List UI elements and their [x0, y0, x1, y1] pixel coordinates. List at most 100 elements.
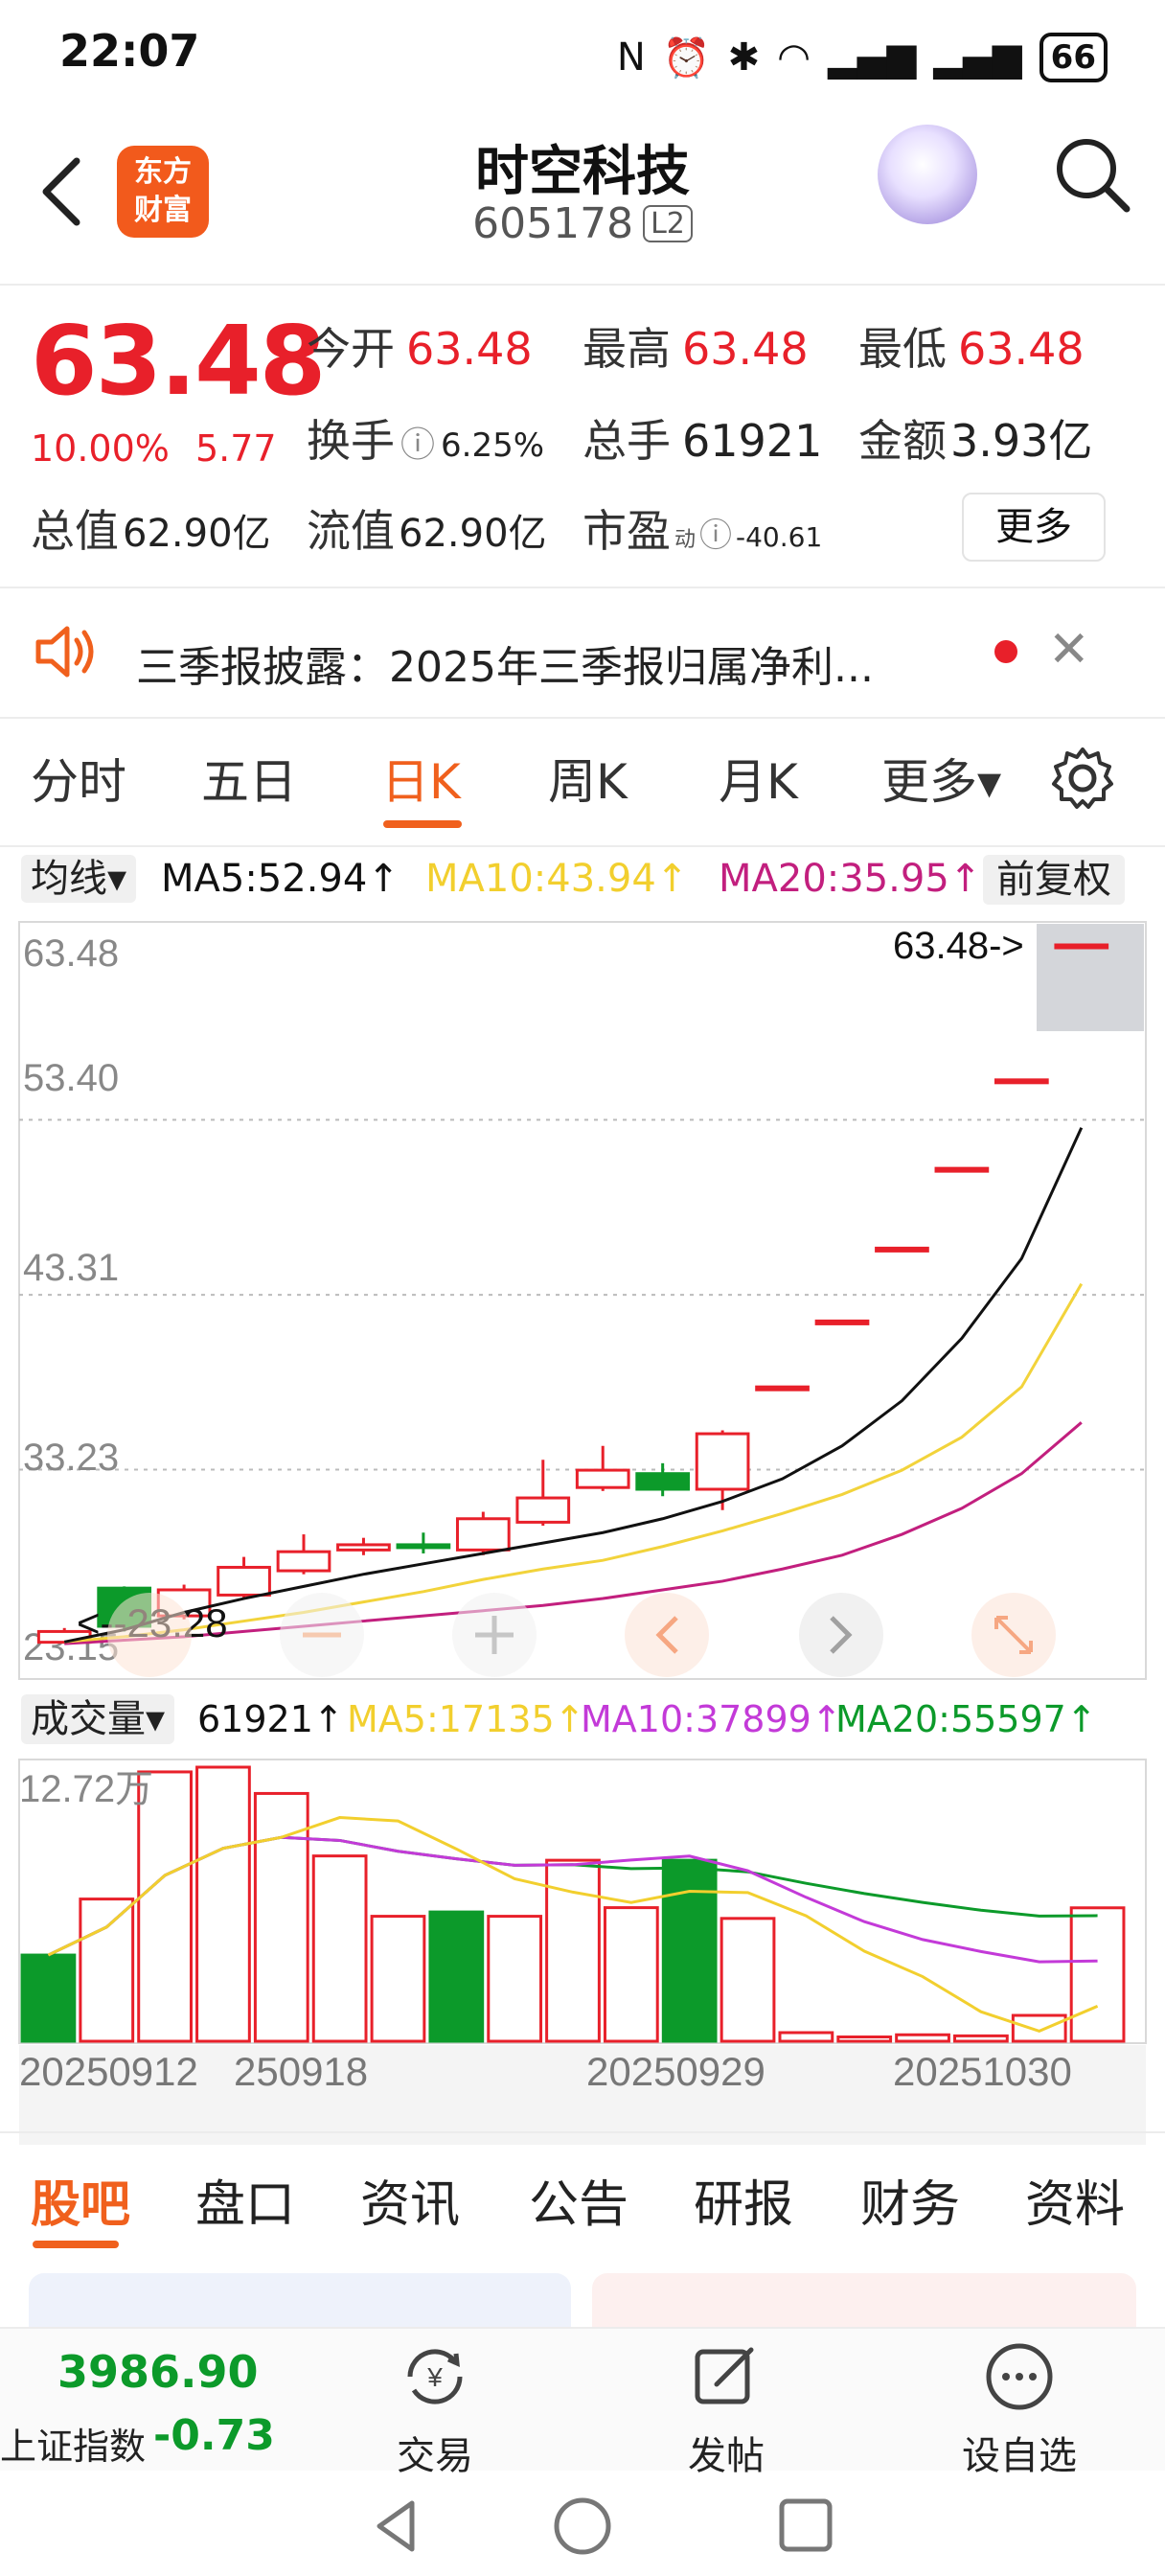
search-icon[interactable]: [1052, 134, 1132, 215]
index-value[interactable]: 3986.90: [57, 2346, 259, 2398]
volume-value: 61921↑: [197, 1698, 344, 1740]
l2-badge[interactable]: L2: [643, 205, 693, 242]
bluetooth-icon: ✱: [727, 35, 761, 80]
price-highlight: [1037, 924, 1144, 1031]
tab-weekly-k[interactable]: 周K: [548, 744, 628, 813]
tab-news[interactable]: 资讯: [360, 2164, 460, 2236]
x-label: 250918: [234, 2049, 368, 2094]
tab-timeshare[interactable]: 分时: [31, 744, 126, 813]
tab-five-day[interactable]: 五日: [201, 744, 297, 813]
volume-bar: [603, 1906, 659, 2043]
volume-bar: [137, 1770, 193, 2043]
nav-back-icon[interactable]: [377, 2500, 415, 2552]
candle-body: [934, 1166, 990, 1173]
tab-monthly-k[interactable]: 月K: [719, 744, 798, 813]
volume-bar: [311, 1854, 368, 2043]
battery-icon: 66: [1039, 33, 1108, 82]
post-button[interactable]: 发帖: [630, 2338, 822, 2480]
volume-bar: [953, 2034, 1009, 2043]
candle-body: [575, 1468, 630, 1489]
vol-ma10-value: MA10:37899↑: [581, 1698, 842, 1740]
tab-guba[interactable]: 股吧: [31, 2164, 130, 2236]
nav-recents-icon[interactable]: [779, 2498, 833, 2552]
candle-body: [217, 1565, 271, 1597]
stock-code-row: 605178 L2: [0, 199, 1165, 248]
unread-dot: [994, 640, 1017, 663]
candle-body: [336, 1543, 391, 1552]
candle-body: [1054, 943, 1109, 950]
notice-text[interactable]: 三季报披露：2025年三季报归属净利...: [136, 632, 874, 694]
volume-bar: [1069, 1906, 1126, 2043]
volume-bar: [778, 2031, 834, 2043]
tab-profile[interactable]: 资料: [1025, 2164, 1125, 2236]
volume-bar: [836, 2036, 893, 2043]
speaker-icon: [35, 626, 94, 678]
more-button[interactable]: 更多: [962, 493, 1106, 562]
candle-body: [635, 1472, 691, 1491]
y-label-max: 63.48: [23, 932, 119, 975]
trade-button[interactable]: ¥ 交易: [339, 2338, 531, 2480]
info-tab-indicator: [33, 2241, 119, 2248]
low-cell: 最低 63.48: [858, 323, 1085, 375]
ma10-value: MA10:43.94↑: [425, 857, 689, 901]
alarm-icon: ⏰: [662, 35, 711, 80]
index-name[interactable]: 上证指数: [0, 2417, 146, 2470]
turnover-cell: 换手 ⓘ 6.25%: [307, 415, 545, 467]
status-time: 22:07: [59, 25, 200, 77]
signal2-icon: ▂▄▆: [933, 35, 1022, 80]
ma5-value: MA5:52.94↑: [161, 857, 400, 901]
info-icon[interactable]: ⓘ: [400, 417, 435, 467]
y-label: 33.23: [23, 1437, 119, 1479]
current-price: 63.48: [31, 305, 326, 417]
volume-indicator-select[interactable]: 成交量▾: [21, 1694, 175, 1744]
kline-frame: [18, 921, 1147, 1680]
system-nav-bar: [377, 2497, 833, 2555]
add-watchlist-button[interactable]: 设自选: [924, 2338, 1115, 2480]
adjust-select[interactable]: 前复权: [983, 855, 1125, 905]
divider: [0, 284, 1165, 286]
tab-daily-k[interactable]: 日K: [381, 744, 461, 813]
ma20-value: MA20:35.95↑: [719, 857, 977, 901]
volume-bar: [661, 1858, 718, 2043]
volume-bar: [487, 1915, 543, 2043]
gear-icon[interactable]: [1050, 746, 1115, 811]
nav-home-icon[interactable]: [554, 2497, 611, 2555]
tab-announcements[interactable]: 公告: [529, 2164, 628, 2236]
tab-finance[interactable]: 财务: [860, 2164, 960, 2236]
tab-indicator: [383, 820, 462, 828]
volume-y-label: 12.72万: [19, 1768, 153, 1810]
scroll-left-button[interactable]: [625, 1593, 709, 1677]
candle-body: [396, 1543, 451, 1550]
volume-bar: [79, 1898, 135, 2043]
tab-pankou[interactable]: 盘口: [195, 2164, 295, 2236]
divider: [0, 717, 1165, 719]
promo-card-right[interactable]: [592, 2273, 1136, 2331]
tab-more[interactable]: 更多▾: [881, 744, 1001, 813]
scroll-start-button[interactable]: [107, 1593, 192, 1677]
float-cell: 流值 62.90亿: [307, 505, 547, 557]
scroll-right-button[interactable]: [799, 1593, 883, 1677]
candle-body: [455, 1517, 511, 1552]
mktcap-cell: 总值 62.90亿: [31, 505, 271, 557]
close-icon[interactable]: ✕: [1048, 621, 1090, 678]
edit-icon: [695, 2347, 754, 2404]
high-cell: 最高 63.48: [582, 323, 809, 375]
volume-cell: 总手 61921: [582, 415, 823, 467]
volume-bar: [195, 1765, 251, 2043]
index-change[interactable]: -0.73: [153, 2411, 275, 2460]
volume-bar: [720, 1917, 776, 2043]
divider: [0, 2131, 1165, 2133]
y-label: 53.40: [23, 1057, 119, 1099]
volume-chart[interactable]: 12.72万 20250912 250918 20250929 20251030: [0, 1748, 1165, 2189]
candle-body: [515, 1496, 571, 1524]
volume-bar: [1011, 2013, 1067, 2043]
wifi-icon: ◠: [777, 35, 811, 80]
candle-body: [755, 1385, 810, 1392]
stock-code: 605178: [472, 199, 634, 248]
kline-chart[interactable]: 63.48 53.40 43.31 33.23 23.15 63.48-> <-…: [0, 910, 1165, 1687]
robot-assistant-icon[interactable]: [878, 125, 977, 224]
info-icon[interactable]: ⓘ: [699, 509, 732, 556]
tab-research[interactable]: 研报: [694, 2164, 793, 2236]
promo-card-left[interactable]: [29, 2273, 571, 2331]
indicator-select[interactable]: 均线▾: [21, 855, 137, 903]
